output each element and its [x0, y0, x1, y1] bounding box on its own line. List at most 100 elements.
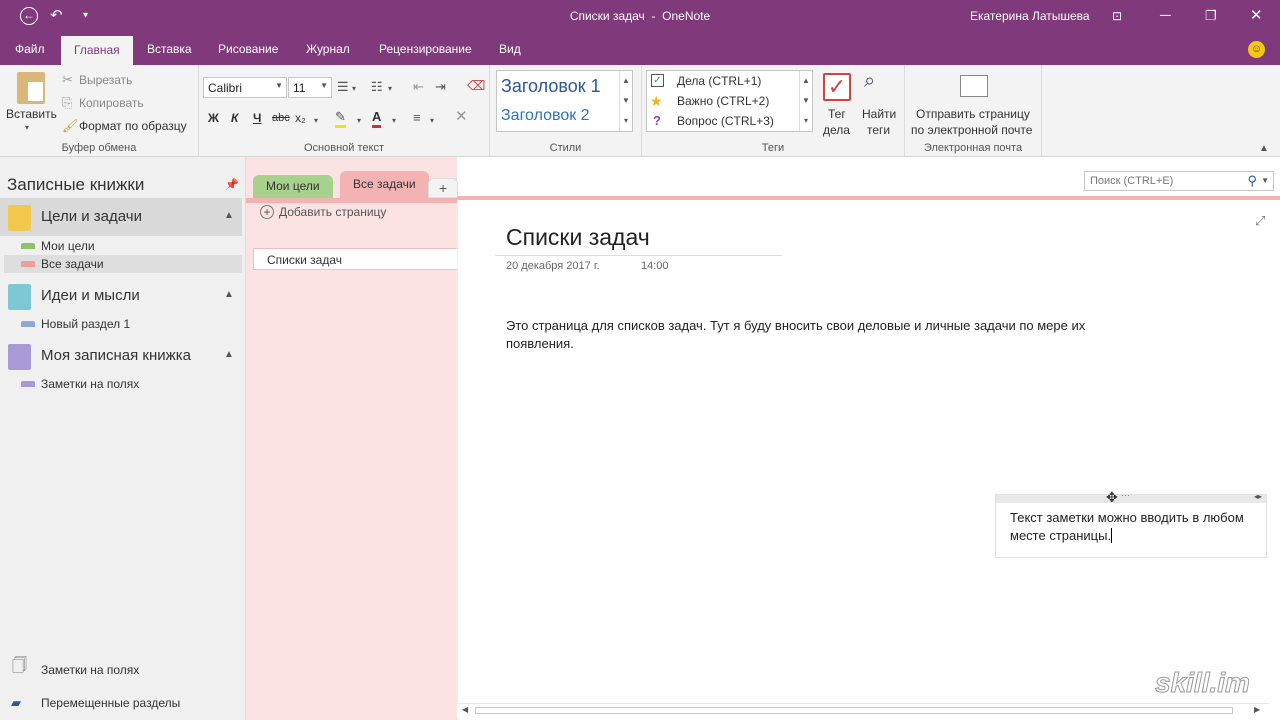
- feedback-smiley-icon[interactable]: ☺: [1248, 41, 1265, 58]
- send-email-label-1[interactable]: Отправить страницу: [916, 107, 1030, 121]
- section-new-section-1[interactable]: Новый раздел 1: [4, 315, 242, 333]
- section-my-goals[interactable]: Мои цели: [4, 237, 242, 255]
- increase-indent-icon[interactable]: ⇥: [435, 79, 446, 95]
- bullets-icon[interactable]: ☰: [337, 79, 349, 95]
- notebook-goals[interactable]: Цели и задачи ▲: [0, 198, 242, 236]
- todo-tag-icon[interactable]: ✓: [823, 73, 851, 101]
- strikethrough-button[interactable]: abc: [272, 112, 290, 124]
- bullets-dropdown-icon[interactable]: ▾: [352, 81, 356, 97]
- scroll-right-icon[interactable]: ▶: [1254, 705, 1260, 714]
- section-icon: [21, 243, 35, 249]
- paste-button[interactable]: Вставить: [6, 107, 57, 121]
- collapse-ribbon-icon[interactable]: ▲: [1259, 141, 1269, 157]
- font-combo[interactable]: Calibri ▼: [203, 77, 287, 98]
- scroll-thumb[interactable]: [475, 707, 1233, 714]
- font-name: Calibri: [208, 81, 243, 95]
- delete-icon[interactable]: ✕: [455, 109, 468, 125]
- tab-file[interactable]: Файл: [15, 42, 45, 56]
- find-tags-icon[interactable]: ⌕: [864, 71, 875, 91]
- paste-dropdown-icon[interactable]: ▾: [25, 120, 29, 136]
- tab-history[interactable]: Журнал: [306, 42, 350, 56]
- section-tab-all-tasks[interactable]: Все задачи: [340, 171, 429, 198]
- styles-scroll[interactable]: ▲ ▼ ▾: [619, 71, 632, 131]
- section-quick-notes[interactable]: Заметки на полях: [4, 375, 242, 393]
- email-icon[interactable]: [960, 75, 988, 97]
- note-container[interactable]: ✥ ··· ◂▸ Текст заметки можно вводить в л…: [995, 489, 1267, 558]
- scroll-left-icon[interactable]: ◀: [462, 705, 468, 714]
- close-icon[interactable]: ✕: [1250, 6, 1263, 26]
- page-canvas[interactable]: ⤢ Списки задач 20 декабря 2017 г. 14:00 …: [457, 200, 1280, 720]
- font-color-dropdown-icon[interactable]: ▾: [392, 113, 396, 129]
- style-heading-2[interactable]: Заголовок 2: [501, 107, 590, 125]
- font-size-combo[interactable]: 11 ▼: [288, 77, 332, 98]
- highlight-icon[interactable]: ✎: [335, 109, 346, 128]
- section-icon: [21, 261, 35, 267]
- expand-icon[interactable]: ⤢: [1255, 213, 1265, 229]
- resize-arrows-icon[interactable]: ◂▸: [1254, 492, 1262, 501]
- note-handle-bar[interactable]: ✥ ··· ◂▸: [996, 489, 1266, 505]
- section-tab-my-goals[interactable]: Мои цели: [253, 175, 333, 198]
- group-email: Отправить страницу по электронной почте …: [905, 65, 1042, 157]
- collapse-icon[interactable]: ▲: [224, 289, 234, 300]
- highlight-dropdown-icon[interactable]: ▾: [357, 113, 361, 129]
- add-page-button[interactable]: + Добавить страницу: [260, 205, 386, 219]
- numbering-dropdown-icon[interactable]: ▾: [388, 81, 392, 97]
- cut-button[interactable]: Вырезать: [79, 73, 132, 87]
- tag-important[interactable]: Важно (CTRL+2): [677, 94, 769, 108]
- move-icon[interactable]: ✥: [1106, 489, 1118, 506]
- subscript-button[interactable]: x₂: [295, 111, 306, 125]
- format-painter-button[interactable]: Формат по образцу: [79, 119, 187, 133]
- send-email-label-2[interactable]: по электронной почте: [911, 123, 1032, 137]
- bold-button[interactable]: Ж: [208, 111, 219, 125]
- tag-question[interactable]: Вопрос (CTRL+3): [677, 114, 774, 128]
- italic-button[interactable]: К: [231, 111, 238, 125]
- decrease-indent-icon[interactable]: ⇤: [413, 79, 424, 95]
- search-input[interactable]: Поиск (CTRL+E) ⚲ ▼: [1084, 171, 1274, 191]
- align-dropdown-icon[interactable]: ▾: [430, 113, 434, 129]
- subscript-dropdown-icon[interactable]: ▾: [314, 113, 318, 129]
- tab-home[interactable]: Главная: [61, 36, 133, 65]
- add-section-tab[interactable]: +: [428, 178, 459, 198]
- notebooks-header: Записные книжки: [7, 175, 145, 194]
- font-color-icon[interactable]: A: [372, 109, 382, 128]
- section-all-tasks[interactable]: Все задачи: [4, 255, 242, 273]
- bottom-quick-notes[interactable]: Заметки на полях: [41, 663, 139, 677]
- pin-icon[interactable]: 📌: [225, 177, 239, 193]
- ribbon-display-icon[interactable]: ⊡: [1112, 6, 1122, 26]
- paste-icon[interactable]: [17, 72, 45, 104]
- clear-formatting-icon[interactable]: ⌫: [467, 78, 485, 94]
- page-title-text: Списки задач: [569, 9, 645, 23]
- numbering-icon[interactable]: ☷: [371, 79, 383, 95]
- align-icon[interactable]: ≡: [413, 110, 421, 126]
- note-body-text[interactable]: Это страница для списков задач. Тут я бу…: [506, 317, 1096, 353]
- minimize-icon[interactable]: ─: [1160, 6, 1171, 26]
- tag-todo[interactable]: Дела (CTRL+1): [677, 74, 761, 88]
- note-text[interactable]: Текст заметки можно вводить в любом мест…: [1010, 509, 1262, 545]
- bottom-misplaced-sections[interactable]: Перемещенные разделы: [41, 696, 180, 710]
- collapse-icon[interactable]: ▲: [224, 349, 234, 360]
- todo-tag-label-1[interactable]: Тег: [828, 107, 846, 121]
- tab-review[interactable]: Рецензирование: [379, 42, 472, 56]
- search-dropdown-icon[interactable]: ▼: [1261, 176, 1269, 185]
- copy-button[interactable]: Копировать: [79, 96, 144, 110]
- page-title[interactable]: Списки задач: [506, 224, 650, 251]
- style-heading-1[interactable]: Заголовок 1: [501, 76, 601, 97]
- tab-draw[interactable]: Рисование: [218, 42, 278, 56]
- tab-insert[interactable]: Вставка: [147, 42, 192, 56]
- horizontal-scrollbar[interactable]: ◀ ▶: [457, 703, 1269, 717]
- tags-scroll[interactable]: ▲ ▼ ▾: [799, 71, 812, 131]
- page-item[interactable]: Списки задач: [253, 248, 457, 270]
- misplaced-sections-icon[interactable]: ▰: [11, 695, 21, 711]
- find-tags-label-1[interactable]: Найти: [862, 107, 896, 121]
- ribbon: Вставить ▾ ✂ Вырезать ⎘ Копировать 🖌 Фор…: [0, 65, 1280, 157]
- quick-notes-icon[interactable]: 🗍: [12, 658, 27, 674]
- notebook-my-notebook[interactable]: Моя записная книжка ▲: [0, 337, 242, 375]
- find-tags-label-2[interactable]: теги: [867, 123, 890, 137]
- notebook-ideas[interactable]: Идеи и мысли ▲: [0, 277, 242, 315]
- underline-button[interactable]: Ч: [253, 111, 261, 125]
- user-name[interactable]: Екатерина Латышева: [970, 9, 1090, 23]
- restore-icon[interactable]: ❐: [1205, 6, 1217, 26]
- todo-tag-label-2[interactable]: дела: [823, 123, 850, 137]
- tab-view[interactable]: Вид: [499, 42, 521, 56]
- collapse-icon[interactable]: ▲: [224, 210, 234, 221]
